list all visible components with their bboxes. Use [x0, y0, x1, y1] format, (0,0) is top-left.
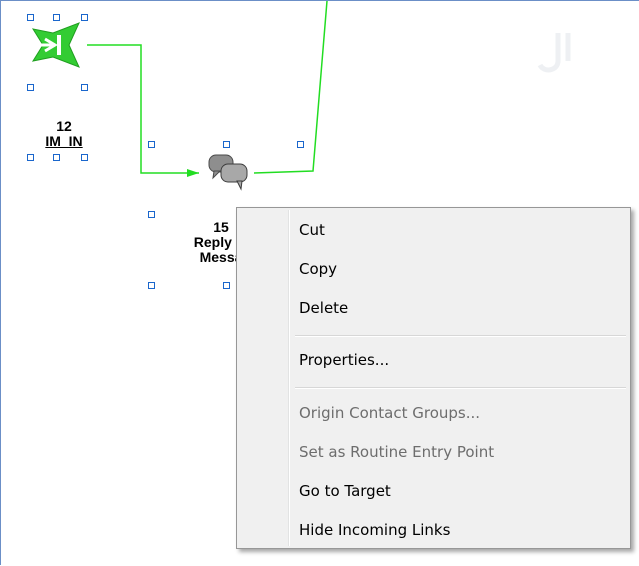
menu-item-hide-incoming-links[interactable]: Hide Incoming Links: [239, 513, 628, 547]
menu-item-origin-contact-groups: Origin Contact Groups...: [299, 404, 481, 422]
faded-node-icon: [537, 33, 571, 73]
link-reply-outgoing[interactable]: [253, 1, 328, 174]
routine-canvas[interactable]: 12 IM_IN 15 Reply In Messa ​ Cut Copy De…: [0, 0, 639, 565]
selection-handle[interactable]: [81, 14, 88, 21]
node-12-label: 12 IM_IN: [29, 119, 99, 149]
selection-handle[interactable]: [223, 282, 230, 289]
selection-handle[interactable]: [81, 154, 88, 161]
selection-handle[interactable]: [53, 154, 60, 161]
menu-item-copy[interactable]: Copy: [239, 252, 628, 286]
menu-item-set-routine-entry-point: Set as Routine Entry Point: [299, 443, 495, 461]
selection-handle[interactable]: [148, 282, 155, 289]
selection-handle[interactable]: [81, 84, 88, 91]
menu-item-delete[interactable]: Delete: [239, 291, 628, 325]
link-im-in-to-reply[interactable]: [87, 44, 199, 174]
link-arrowhead: [187, 169, 199, 177]
menu-item-go-to-target[interactable]: Go to Target: [239, 474, 628, 508]
selection-handle[interactable]: [148, 141, 155, 148]
menu-item-cut[interactable]: Cut: [239, 213, 628, 247]
node-number: 12: [56, 118, 72, 134]
context-menu: Cut Copy Delete Properties... Origin Con…: [236, 207, 631, 549]
selection-handle[interactable]: [297, 141, 304, 148]
selection-handle[interactable]: [27, 84, 34, 91]
selection-handle[interactable]: [27, 14, 34, 21]
faded-node-label: ​: [549, 93, 629, 108]
selection-handle[interactable]: [223, 141, 230, 148]
node-name: IM_IN: [45, 133, 83, 149]
selection-handle[interactable]: [53, 14, 60, 21]
selection-handle[interactable]: [148, 211, 155, 218]
menu-item-properties[interactable]: Properties...: [239, 343, 628, 377]
selection-handle[interactable]: [27, 154, 34, 161]
green-entry-arrow-icon: [31, 22, 80, 68]
node-reply[interactable]: [201, 151, 251, 196]
menu-separator: [295, 387, 626, 389]
chat-bubbles-icon: [208, 154, 248, 191]
menu-separator: [295, 335, 626, 337]
